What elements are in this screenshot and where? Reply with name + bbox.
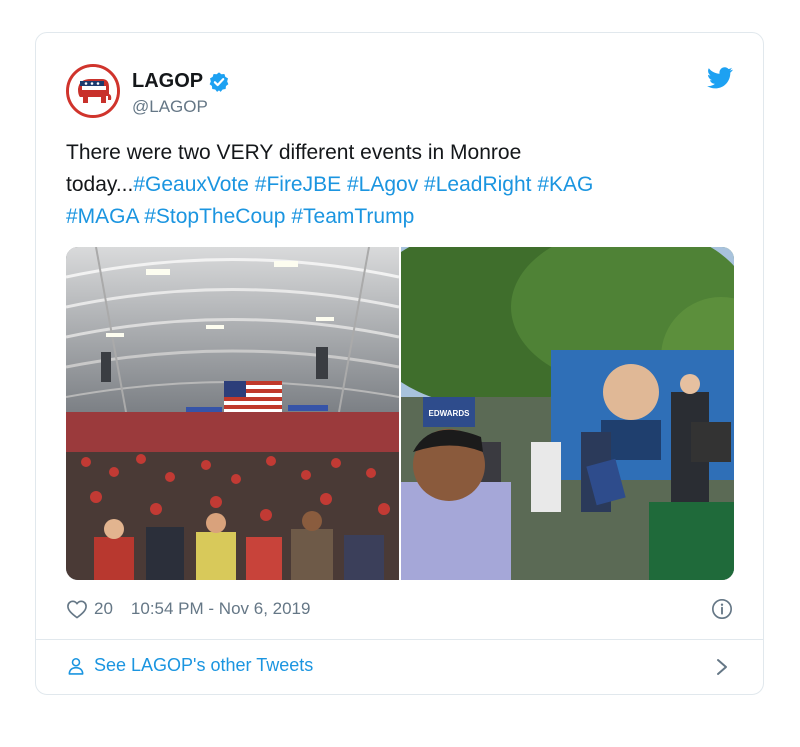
like-count[interactable]: 20: [94, 599, 113, 619]
hashtag-link[interactable]: #FireJBE: [255, 173, 341, 196]
chevron-right-icon[interactable]: [715, 657, 729, 677]
verified-badge-icon: [209, 71, 229, 92]
see-other-tweets-link[interactable]: See LAGOP's other Tweets: [66, 655, 313, 676]
arena-rally-crowd-photo[interactable]: [66, 247, 399, 580]
hashtag-link[interactable]: #LeadRight: [424, 173, 531, 196]
tweet-meta: 20 10:54 PM - Nov 6, 2019: [66, 599, 310, 619]
author-name-row[interactable]: LAGOP: [132, 70, 230, 93]
hashtag-link[interactable]: #KAG: [537, 173, 593, 196]
tweet-card: LAGOP @LAGOP There were two VERY differe…: [35, 32, 764, 695]
person-icon: [68, 657, 84, 675]
info-icon[interactable]: [711, 598, 733, 620]
avatar[interactable]: [66, 64, 120, 118]
campaign-sign-text: EDWARDS: [429, 409, 471, 418]
hashtag-link[interactable]: #StopTheCoup: [144, 205, 285, 228]
heart-icon[interactable]: [66, 599, 88, 619]
republican-elephant-icon: [69, 67, 117, 115]
hashtag-link[interactable]: #GeauxVote: [133, 173, 249, 196]
outdoor-campaign-event-photo[interactable]: EDWARDS: [401, 247, 734, 580]
divider: [36, 639, 763, 640]
see-other-tweets-label[interactable]: See LAGOP's other Tweets: [94, 655, 313, 676]
author-handle[interactable]: @LAGOP: [132, 97, 208, 117]
media-grid: EDWARDS: [66, 247, 734, 580]
arena-rally-illustration: [66, 247, 399, 580]
hashtag-link[interactable]: #TeamTrump: [291, 205, 414, 228]
tweet-text: There were two VERY different events in …: [66, 137, 686, 233]
hashtag-link[interactable]: #MAGA: [66, 205, 138, 228]
hashtag-link[interactable]: #LAgov: [347, 173, 418, 196]
timestamp[interactable]: 10:54 PM - Nov 6, 2019: [131, 599, 311, 619]
campaign-event-illustration: EDWARDS: [401, 247, 734, 580]
tweet-text-line1: There were two VERY different events in …: [66, 141, 522, 164]
twitter-bird-icon[interactable]: [707, 67, 733, 89]
tweet-text-lead: today...: [66, 173, 134, 196]
american-flag: [224, 381, 282, 413]
display-name[interactable]: LAGOP: [132, 70, 203, 93]
